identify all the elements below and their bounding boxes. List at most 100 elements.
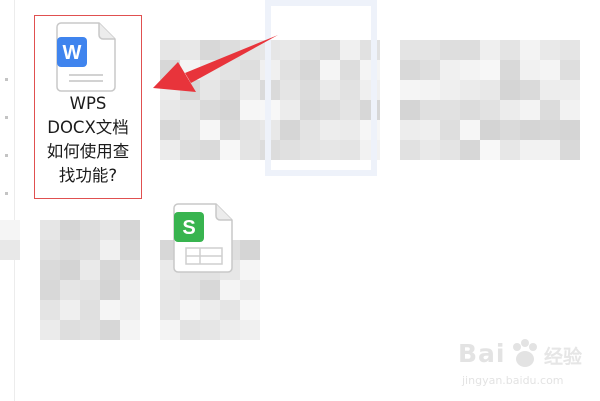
mosaic-pixel bbox=[520, 80, 540, 100]
mosaic-pixel bbox=[520, 60, 540, 80]
mosaic-pixel bbox=[520, 100, 540, 120]
mosaic-pixel bbox=[220, 80, 240, 100]
mosaic-pixel bbox=[520, 120, 540, 140]
file-name-line-4: 找功能? bbox=[58, 166, 118, 185]
mosaic-pixel bbox=[180, 60, 200, 80]
pane-marker bbox=[5, 192, 8, 195]
mosaic-pixel bbox=[440, 40, 460, 60]
mosaic-pixel bbox=[460, 120, 480, 140]
mosaic-pixel bbox=[220, 120, 240, 140]
mosaic-pixel bbox=[120, 300, 140, 320]
mosaic-pixel bbox=[60, 320, 80, 340]
mosaic-pixel bbox=[180, 120, 200, 140]
mosaic-pixel bbox=[40, 240, 60, 260]
mosaic-pixel bbox=[0, 220, 20, 240]
mosaic-pixel bbox=[100, 260, 120, 280]
mosaic-pixel bbox=[60, 220, 80, 240]
mosaic-pixel bbox=[500, 80, 520, 100]
mosaic-pixel bbox=[460, 100, 480, 120]
mosaic-pixel bbox=[80, 240, 100, 260]
mosaic-pixel bbox=[240, 140, 260, 160]
wps-writer-doc-icon: W bbox=[56, 22, 116, 92]
mosaic-pixel bbox=[160, 320, 180, 340]
mosaic-pixel bbox=[200, 80, 220, 100]
mosaic-pixel bbox=[400, 100, 420, 120]
mosaic-pixel bbox=[80, 220, 100, 240]
file-name-line-3: 如何使用查 bbox=[46, 142, 130, 161]
mosaic-pixel bbox=[80, 320, 100, 340]
mosaic-pixel bbox=[460, 60, 480, 80]
mosaic-pixel bbox=[560, 100, 580, 120]
mosaic-pixel bbox=[60, 280, 80, 300]
mosaic-pixel bbox=[80, 300, 100, 320]
mosaic-pixel bbox=[440, 140, 460, 160]
mosaic-pixel bbox=[80, 280, 100, 300]
mosaic-pixel bbox=[440, 120, 460, 140]
mosaic-pixel bbox=[160, 300, 180, 320]
mosaic-pixel bbox=[560, 80, 580, 100]
mosaic-pixel bbox=[500, 120, 520, 140]
mosaic-pixel bbox=[420, 120, 440, 140]
mosaic-pixel bbox=[440, 60, 460, 80]
mosaic-pixel bbox=[240, 80, 260, 100]
mosaic-pixel bbox=[560, 40, 580, 60]
mosaic-pixel bbox=[160, 40, 180, 60]
mosaic-pixel bbox=[160, 140, 180, 160]
mosaic-pixel bbox=[240, 320, 260, 340]
desktop-area: W WPS DOCX文档 如何使用查 找功能? S Bai 经验 jingyan… bbox=[0, 0, 600, 401]
mosaic-pixel bbox=[460, 40, 480, 60]
mosaic-pixel bbox=[520, 40, 540, 60]
file-item-wps-docx[interactable]: W WPS DOCX文档 如何使用查 找功能? bbox=[34, 15, 142, 199]
wps-spreadsheet-icon: S bbox=[173, 203, 233, 273]
mosaic-pixel bbox=[480, 60, 500, 80]
mosaic-pixel bbox=[200, 300, 220, 320]
mosaic-pixel bbox=[480, 40, 500, 60]
mosaic-pixel bbox=[440, 80, 460, 100]
mosaic-pixel bbox=[200, 320, 220, 340]
mosaic-pixel bbox=[460, 140, 480, 160]
mosaic-pixel bbox=[100, 280, 120, 300]
file-name-label: WPS DOCX文档 如何使用查 找功能? bbox=[35, 92, 141, 188]
mosaic-pixel bbox=[400, 140, 420, 160]
pane-marker bbox=[5, 78, 8, 81]
mosaic-pixel bbox=[80, 260, 100, 280]
mosaic-pixel bbox=[40, 220, 60, 240]
icon-letter: S bbox=[182, 217, 195, 239]
watermark-logo: Bai bbox=[458, 339, 506, 368]
mosaic-pixel bbox=[180, 100, 200, 120]
pane-marker bbox=[5, 116, 8, 119]
mosaic-pixel bbox=[160, 100, 180, 120]
mosaic-pixel bbox=[200, 40, 220, 60]
blurred-item-frame bbox=[265, 0, 377, 176]
mosaic-pixel bbox=[520, 140, 540, 160]
file-name-line-1: WPS bbox=[69, 94, 107, 113]
mosaic-pixel bbox=[120, 240, 140, 260]
mosaic-pixel bbox=[40, 280, 60, 300]
watermark-suffix: 经验 bbox=[544, 346, 583, 368]
mosaic-pixel bbox=[200, 100, 220, 120]
mosaic-pixel bbox=[420, 100, 440, 120]
mosaic-pixel bbox=[200, 280, 220, 300]
mosaic-pixel bbox=[40, 320, 60, 340]
mosaic-pixel bbox=[40, 260, 60, 280]
file-item-wps-spreadsheet[interactable]: S bbox=[160, 200, 250, 280]
mosaic-pixel bbox=[420, 40, 440, 60]
mosaic-pixel bbox=[540, 40, 560, 60]
icon-letter: W bbox=[63, 42, 82, 64]
mosaic-pixel bbox=[120, 280, 140, 300]
mosaic-pixel bbox=[100, 220, 120, 240]
mosaic-pixel bbox=[220, 300, 240, 320]
mosaic-pixel bbox=[180, 320, 200, 340]
mosaic-pixel bbox=[400, 40, 420, 60]
mosaic-pixel bbox=[480, 120, 500, 140]
mosaic-pixel bbox=[220, 280, 240, 300]
mosaic-pixel bbox=[60, 260, 80, 280]
mosaic-pixel bbox=[560, 140, 580, 160]
mosaic-pixel bbox=[240, 100, 260, 120]
mosaic-pixel bbox=[240, 280, 260, 300]
mosaic-pixel bbox=[500, 40, 520, 60]
mosaic-pixel bbox=[240, 40, 260, 60]
mosaic-pixel bbox=[400, 120, 420, 140]
mosaic-pixel bbox=[220, 60, 240, 80]
mosaic-pixel bbox=[540, 140, 560, 160]
